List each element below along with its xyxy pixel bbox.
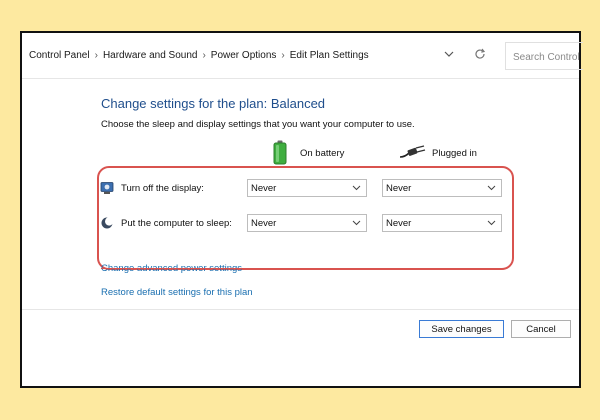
breadcrumb: Control Panel › Hardware and Sound › Power O… — [29, 50, 369, 61]
restore-default-settings-link[interactable]: Restore default settings for this plan — [101, 287, 253, 298]
on-battery-column-header: On battery — [300, 148, 345, 159]
settings-highlight-outline — [97, 166, 514, 270]
breadcrumb-edit-plan-settings[interactable]: Edit Plan Settings — [290, 50, 369, 61]
search-input[interactable]: Search Control — [505, 42, 583, 70]
page-subtitle: Choose the sleep and display settings th… — [101, 119, 415, 130]
battery-icon — [273, 140, 287, 165]
page-title: Change settings for the plan: Balanced — [101, 96, 326, 111]
chevron-down-icon[interactable] — [442, 47, 456, 61]
breadcrumb-separator: › — [281, 50, 285, 61]
breadcrumb-separator: › — [202, 50, 206, 61]
plugged-in-column-header: Plugged in — [432, 148, 477, 159]
breadcrumb-separator: › — [94, 50, 98, 61]
address-bar: Control Panel › Hardware and Sound › Power O… — [22, 33, 583, 79]
save-changes-button[interactable]: Save changes — [419, 320, 504, 338]
breadcrumb-hardware-and-sound[interactable]: Hardware and Sound — [103, 50, 198, 61]
breadcrumb-control-panel[interactable]: Control Panel — [29, 50, 90, 61]
edit-plan-settings-window: Control Panel › Hardware and Sound › Power O… — [20, 31, 583, 388]
power-plug-icon — [399, 145, 426, 158]
change-advanced-power-settings-link[interactable]: Change advanced power settings — [101, 263, 242, 274]
footer-divider — [22, 309, 579, 310]
breadcrumb-power-options[interactable]: Power Options — [211, 50, 277, 61]
refresh-icon[interactable] — [473, 47, 487, 61]
cancel-button[interactable]: Cancel — [511, 320, 571, 338]
